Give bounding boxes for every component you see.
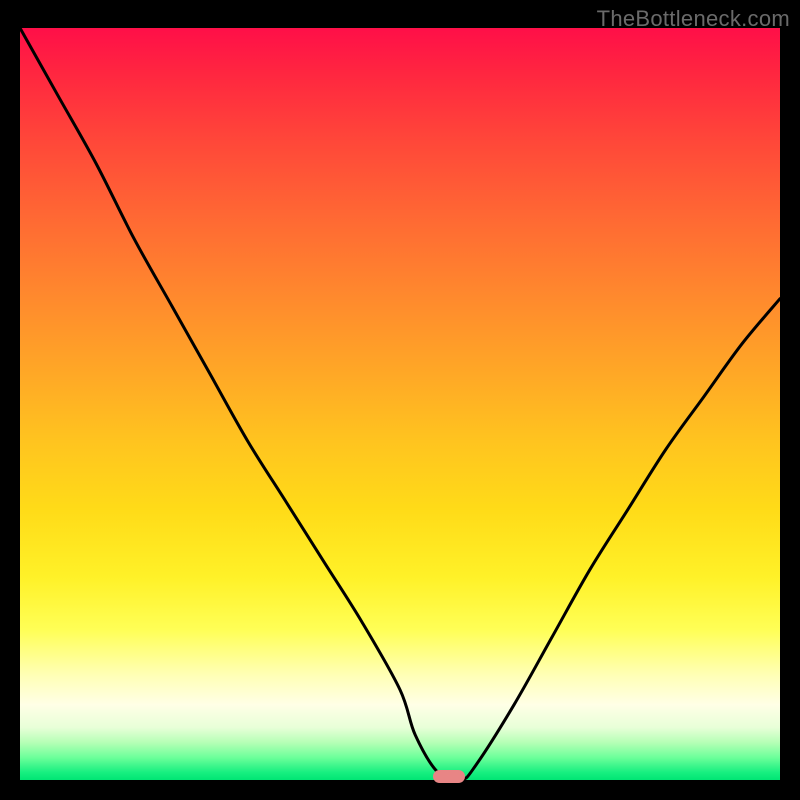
chart-frame: TheBottleneck.com (0, 0, 800, 800)
optimal-marker (433, 770, 465, 783)
bottleneck-curve (20, 28, 780, 780)
plot-area (20, 28, 780, 780)
curve-svg (20, 28, 780, 780)
